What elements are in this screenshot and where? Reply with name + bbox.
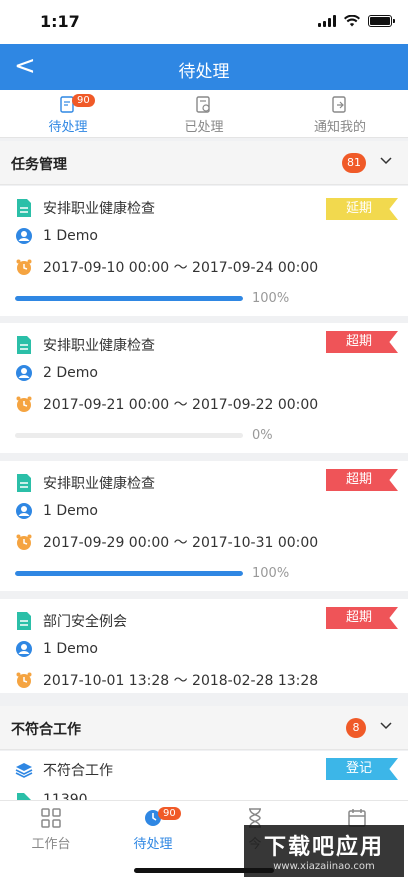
chevron-down-icon[interactable] <box>380 719 392 731</box>
task-card[interactable]: 部门安全例会 超期 1 Demo 2017-10-01 13:28 ～ 2018… <box>0 599 408 693</box>
pending-count-badge: 90 <box>158 807 181 820</box>
tab-notify-me[interactable]: 通知我的 <box>272 90 408 137</box>
section-title: 任务管理 <box>11 157 67 173</box>
pending-count-badge: 90 <box>72 94 95 107</box>
wifi-icon <box>344 15 360 27</box>
task-user-row: 1 Demo <box>15 502 98 520</box>
page-title: 待处理 <box>178 62 230 82</box>
task-title-row: 部门安全例会 <box>15 611 127 631</box>
clock-icon <box>16 396 32 412</box>
status-tag: 超期 <box>326 331 398 353</box>
user-icon <box>16 228 32 244</box>
nc-title: 不符合工作 <box>43 763 113 779</box>
bottom-tab-label: 工作台 <box>31 837 71 852</box>
task-card[interactable]: 安排职业健康检查 超期 2 Demo 2017-09-21 00:00 ～ 20… <box>0 323 408 453</box>
tab-label: 通知我的 <box>313 120 366 135</box>
progress-text: 100% <box>252 291 290 306</box>
document-icon <box>17 474 31 492</box>
home-indicator <box>134 868 274 873</box>
status-time: 1:17 <box>40 12 80 31</box>
chevron-down-icon[interactable] <box>380 154 392 166</box>
status-tag: 登记 <box>326 758 398 780</box>
task-title-row: 安排职业健康检查 <box>15 335 155 355</box>
signal-icon <box>318 15 336 27</box>
grid-icon <box>41 808 61 828</box>
task-title-row: 安排职业健康检查 <box>15 473 155 493</box>
bottom-tab-label: 待处理 <box>133 837 173 852</box>
task-title-row: 安排职业健康检查 <box>15 198 155 218</box>
task-time-row: 2017-09-29 00:00 ～ 2017-10-31 00:00 <box>15 532 318 552</box>
notify-doc-icon <box>332 96 346 113</box>
progress-text: 0% <box>252 428 273 443</box>
status-bar: 1:17 <box>0 0 408 44</box>
status-tag: 超期 <box>326 607 398 629</box>
section-count-badge: 8 <box>346 718 366 738</box>
clock-icon <box>16 534 32 550</box>
task-user: 1 Demo <box>43 503 98 519</box>
task-title: 安排职业健康检查 <box>43 476 155 492</box>
section-count-badge: 81 <box>342 153 366 173</box>
progress-text: 100% <box>252 566 290 581</box>
processed-doc-icon <box>196 96 210 113</box>
task-user: 2 Demo <box>43 365 98 381</box>
section-title: 不符合工作 <box>11 722 81 738</box>
task-user-row: 1 Demo <box>15 640 98 658</box>
nc-section-header[interactable]: 不符合工作 8 <box>0 706 408 750</box>
document-icon <box>17 336 31 354</box>
tab-processed[interactable]: 已处理 <box>136 90 272 137</box>
progress-bar <box>15 296 243 301</box>
task-time-row: 2017-09-21 00:00 ～ 2017-09-22 00:00 <box>15 394 318 414</box>
task-time: 2017-10-01 13:28 ～ 2018-02-28 13:28 <box>43 673 319 689</box>
tab-label: 已处理 <box>184 120 224 135</box>
task-title: 安排职业健康检查 <box>43 201 155 217</box>
user-icon <box>16 365 32 381</box>
tab-bar: 90 待处理 已处理 通知我的 <box>0 90 408 138</box>
watermark-text: 下载吧应用 <box>263 835 384 860</box>
user-icon <box>16 641 32 657</box>
task-card[interactable]: 安排职业健康检查 延期 1 Demo 2017-09-10 00:00 ～ 20… <box>0 186 408 316</box>
status-icons <box>318 15 395 27</box>
document-icon <box>17 199 31 217</box>
task-user: 1 Demo <box>43 228 98 244</box>
task-time: 2017-09-21 00:00 ～ 2017-09-22 00:00 <box>43 397 319 413</box>
bottom-tab-workbench[interactable]: 工作台 <box>0 807 102 852</box>
task-section-header[interactable]: 任务管理 81 <box>0 141 408 185</box>
progress-bar <box>15 571 243 576</box>
task-time-row: 2017-10-01 13:28 ～ 2018-02-28 13:28 <box>15 670 318 690</box>
tab-label: 待处理 <box>48 120 88 135</box>
task-user-row: 1 Demo <box>15 227 98 245</box>
task-time: 2017-09-29 00:00 ～ 2017-10-31 00:00 <box>43 535 319 551</box>
status-tag: 超期 <box>326 469 398 491</box>
tab-pending[interactable]: 90 待处理 <box>0 90 136 137</box>
navigation-bar: < 待处理 <box>0 44 408 90</box>
task-time-row: 2017-09-10 00:00 ～ 2017-09-24 00:00 <box>15 257 318 277</box>
task-card[interactable]: 安排职业健康检查 超期 1 Demo 2017-09-29 00:00 ～ 20… <box>0 461 408 591</box>
task-user: 1 Demo <box>43 641 98 657</box>
task-user-row: 2 Demo <box>15 364 98 382</box>
user-icon <box>16 503 32 519</box>
document-icon <box>17 612 31 630</box>
task-title: 部门安全例会 <box>43 614 127 630</box>
clock-icon <box>16 672 32 688</box>
bottom-tab-pending[interactable]: 90 待处理 <box>102 807 204 852</box>
status-tag: 延期 <box>326 198 398 220</box>
task-time: 2017-09-10 00:00 ～ 2017-09-24 00:00 <box>43 260 319 276</box>
task-title: 安排职业健康检查 <box>43 338 155 354</box>
progress-bar <box>15 433 243 438</box>
layers-icon <box>15 763 33 778</box>
battery-icon <box>368 15 395 27</box>
clock-icon <box>16 259 32 275</box>
nc-title-row: 不符合工作 <box>15 760 113 780</box>
